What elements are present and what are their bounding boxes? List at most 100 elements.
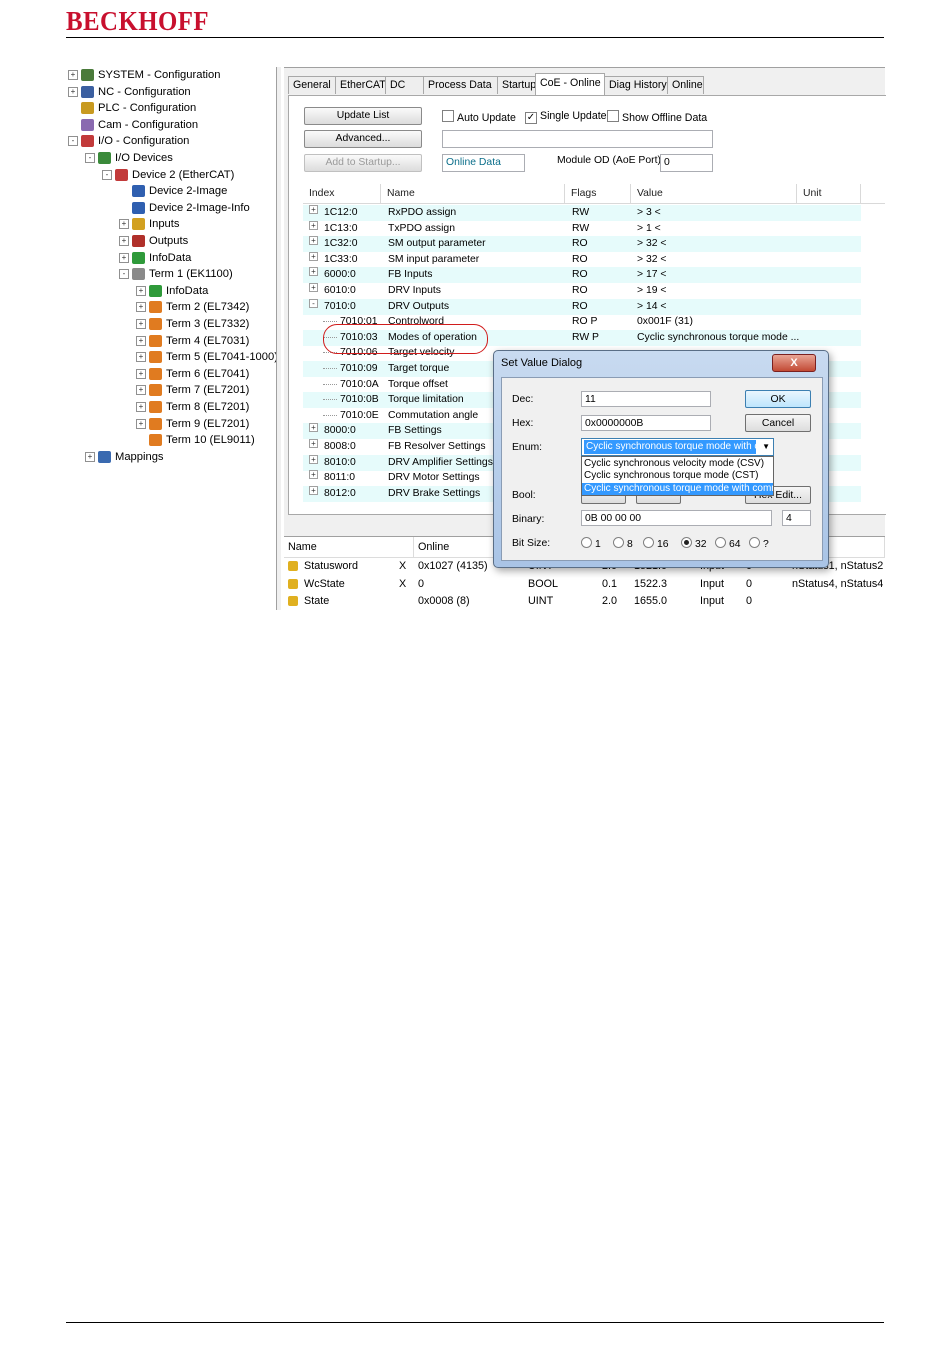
collapse-icon[interactable]: - bbox=[119, 269, 129, 280]
tree-item[interactable]: PLC - Configuration bbox=[68, 100, 196, 116]
tree-item[interactable]: + Term 3 (EL7332) bbox=[136, 316, 249, 332]
expand-icon[interactable]: + bbox=[309, 283, 318, 292]
expand-icon[interactable]: + bbox=[68, 70, 78, 81]
tab-ethercat[interactable]: EtherCAT bbox=[335, 76, 386, 94]
tree-item[interactable]: Term 10 (EL9011) bbox=[136, 432, 255, 448]
tree-item[interactable]: + SYSTEM - Configuration bbox=[68, 67, 221, 83]
bitsize-radio-?[interactable]: ? bbox=[749, 537, 769, 550]
column-header-index[interactable]: Index bbox=[303, 184, 381, 204]
expand-icon[interactable]: + bbox=[119, 236, 129, 247]
coe-row[interactable]: +6010:0 DRV Inputs RO > 19 < bbox=[303, 283, 861, 299]
ok-button[interactable]: OK bbox=[745, 390, 811, 408]
tree-item[interactable]: + Outputs bbox=[119, 233, 188, 249]
variable-row[interactable]: State 0x0008 (8) UINT 2.0 1655.0 Input 0 bbox=[284, 593, 885, 610]
binary-input[interactable]: 0B 00 00 00 bbox=[581, 510, 772, 526]
cancel-button[interactable]: Cancel bbox=[745, 414, 811, 432]
bitsize-radio-8[interactable]: 8 bbox=[613, 537, 633, 550]
expand-icon[interactable]: + bbox=[309, 236, 318, 246]
expand-icon[interactable]: + bbox=[309, 454, 318, 464]
expand-icon[interactable]: + bbox=[136, 402, 146, 413]
module-od-input[interactable]: 0 bbox=[660, 154, 713, 172]
collapse-icon[interactable]: - bbox=[68, 136, 78, 147]
binary-length-input[interactable]: 4 bbox=[782, 510, 811, 526]
show-offline-checkbox[interactable]: Show Offline Data bbox=[607, 110, 707, 125]
hex-input[interactable]: 0x0000000B bbox=[581, 415, 711, 431]
bitsize-radio-32[interactable]: 32 bbox=[681, 537, 707, 550]
expand-icon[interactable]: + bbox=[309, 423, 318, 433]
tree-item[interactable]: + NC - Configuration bbox=[68, 84, 191, 100]
expand-icon[interactable]: + bbox=[68, 86, 78, 97]
enum-option[interactable]: Cyclic synchronous torque mode (CST) bbox=[582, 470, 773, 482]
collapse-icon[interactable]: - bbox=[102, 169, 112, 180]
coe-row[interactable]: -7010:0 DRV Outputs RO > 14 < bbox=[303, 298, 861, 315]
splitter[interactable] bbox=[276, 67, 281, 610]
auto-update-checkbox[interactable]: Auto Update bbox=[442, 110, 516, 125]
coe-row[interactable]: +1C32:0 SM output parameter RO > 32 < bbox=[303, 236, 861, 253]
tree-item[interactable]: - I/O Devices bbox=[85, 150, 173, 166]
collapse-icon[interactable]: - bbox=[85, 153, 95, 164]
expand-icon[interactable]: + bbox=[119, 252, 129, 263]
expand-icon[interactable]: + bbox=[136, 352, 146, 363]
bitsize-radio-64[interactable]: 64 bbox=[715, 537, 741, 550]
expand-icon[interactable]: + bbox=[136, 368, 146, 379]
tab-dc[interactable]: DC bbox=[385, 76, 424, 94]
expand-icon[interactable]: + bbox=[119, 219, 129, 230]
column-header-flags[interactable]: Flags bbox=[565, 184, 631, 204]
tab-coe-online[interactable]: CoE - Online bbox=[535, 73, 605, 95]
tree-item[interactable]: - Term 1 (EK1100) bbox=[119, 266, 233, 282]
expand-icon[interactable]: + bbox=[136, 418, 146, 429]
tree-item[interactable]: + Term 6 (EL7041) bbox=[136, 366, 249, 382]
expand-icon[interactable]: + bbox=[309, 485, 318, 495]
advanced-button[interactable]: Advanced... bbox=[304, 130, 422, 148]
tree-item[interactable]: + Mappings bbox=[85, 449, 164, 465]
tab-diag-history[interactable]: Diag History bbox=[604, 76, 668, 94]
tab-startup[interactable]: Startup bbox=[497, 76, 536, 94]
bitsize-radio-16[interactable]: 16 bbox=[643, 537, 669, 550]
tree-item[interactable]: + Term 7 (EL7201) bbox=[136, 382, 249, 398]
expand-icon[interactable]: + bbox=[309, 267, 318, 277]
expand-icon[interactable]: + bbox=[136, 319, 146, 330]
tab-general[interactable]: General bbox=[288, 76, 336, 94]
coe-row[interactable]: +6000:0 FB Inputs RO > 17 < bbox=[303, 267, 861, 284]
variable-row[interactable]: WcState X 0 BOOL 0.1 1522.3 Input 0 nStatus4, nS… bbox=[284, 576, 885, 593]
tree-item[interactable]: - I/O - Configuration bbox=[68, 133, 189, 149]
expand-icon[interactable]: + bbox=[309, 220, 318, 230]
expand-icon[interactable]: + bbox=[136, 285, 146, 296]
tree-item[interactable]: + Term 4 (EL7031) bbox=[136, 333, 249, 349]
expand-icon[interactable]: + bbox=[309, 470, 318, 480]
add-to-startup-button[interactable]: Add to Startup... bbox=[304, 154, 422, 172]
enum-select[interactable]: Cyclic synchronous torque mode with c ▼ bbox=[581, 438, 774, 456]
coe-row[interactable]: +1C33:0 SM input parameter RO > 32 < bbox=[303, 251, 861, 268]
single-update-checkbox[interactable]: ✓ Single Update bbox=[525, 110, 607, 124]
tree-item[interactable]: + InfoData bbox=[119, 250, 191, 266]
tree-item[interactable]: + InfoData bbox=[136, 283, 208, 299]
coe-row[interactable]: +1C13:0 TxPDO assign RW > 1 < bbox=[303, 220, 861, 237]
close-icon[interactable]: X bbox=[772, 354, 816, 372]
tab-process-data[interactable]: Process Data bbox=[423, 76, 498, 94]
expand-icon[interactable]: + bbox=[309, 439, 318, 448]
expand-icon[interactable]: + bbox=[309, 205, 318, 214]
update-list-button[interactable]: Update List bbox=[304, 107, 422, 125]
tree-item[interactable]: Device 2-Image bbox=[119, 183, 227, 199]
collapse-icon[interactable]: - bbox=[309, 298, 318, 308]
dec-input[interactable]: 11 bbox=[581, 391, 711, 407]
column-header-name[interactable]: Name bbox=[381, 184, 565, 204]
expand-icon[interactable]: + bbox=[136, 335, 146, 346]
tree-item[interactable]: + Term 5 (EL7041-1000) bbox=[136, 349, 278, 365]
coe-row[interactable]: +1C12:0 RxPDO assign RW > 3 < bbox=[303, 205, 861, 221]
bitsize-radio-1[interactable]: 1 bbox=[581, 537, 601, 550]
tree-item[interactable]: + Inputs bbox=[119, 216, 179, 232]
enum-option[interactable]: Cyclic synchronous velocity mode (CSV) bbox=[582, 458, 773, 470]
column-header-unit[interactable]: Unit bbox=[797, 184, 861, 204]
expand-icon[interactable]: + bbox=[136, 302, 146, 313]
enum-option[interactable]: Cyclic synchronous torque mode with comm bbox=[582, 482, 773, 495]
tree-item[interactable]: Cam - Configuration bbox=[68, 117, 198, 133]
column-header-value[interactable]: Value bbox=[631, 184, 797, 204]
tree-item[interactable]: + Term 2 (EL7342) bbox=[136, 299, 249, 315]
tree-item[interactable]: - Device 2 (EtherCAT) bbox=[102, 167, 234, 183]
tree-item[interactable]: Device 2-Image-Info bbox=[119, 200, 250, 216]
column-header-name[interactable]: Name bbox=[284, 537, 414, 557]
expand-icon[interactable]: + bbox=[136, 385, 146, 396]
tree-item[interactable]: + Term 8 (EL7201) bbox=[136, 399, 249, 415]
tab-online[interactable]: Online bbox=[667, 76, 704, 94]
